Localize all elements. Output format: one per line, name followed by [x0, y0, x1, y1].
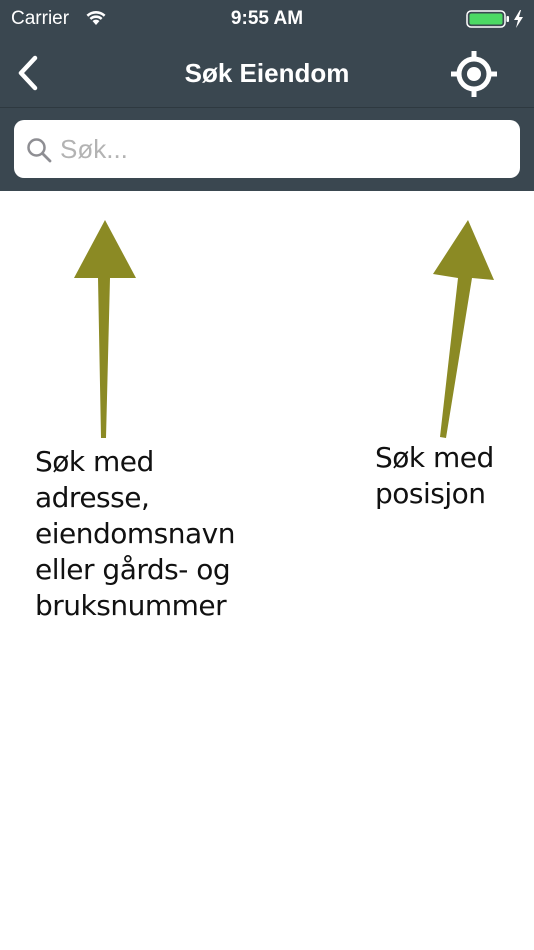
hint-line: adresse, — [35, 481, 150, 514]
arrow-up-icon — [74, 220, 136, 438]
navigation-bar: Søk Eiendom — [0, 38, 534, 108]
arrow-up-icon — [433, 220, 494, 438]
search-bar — [0, 108, 534, 191]
search-field[interactable] — [14, 120, 520, 178]
hint-line: Søk med — [35, 445, 154, 478]
app-header: Carrier 9:55 AM Søk Eiendom — [0, 0, 534, 191]
hint-line: bruksnummer — [35, 589, 227, 622]
hint-line: posisjon — [375, 477, 486, 510]
hint-line: Søk med — [375, 441, 494, 474]
battery-icon — [466, 10, 523, 28]
crosshair-icon — [451, 51, 497, 97]
locate-button[interactable] — [447, 48, 501, 100]
search-input[interactable] — [60, 120, 510, 178]
position-search-hint: Søk med posisjon — [375, 440, 525, 512]
charging-icon — [514, 10, 523, 28]
status-bar: Carrier 9:55 AM — [0, 0, 534, 38]
address-search-hint: Søk med adresse, eiendomsnavn eller gård… — [35, 444, 250, 624]
hint-line: eller gårds- og — [35, 553, 231, 586]
hint-line: eiendomsnavn — [35, 517, 235, 550]
status-time: 9:55 AM — [230, 8, 304, 29]
search-icon — [27, 138, 52, 163]
